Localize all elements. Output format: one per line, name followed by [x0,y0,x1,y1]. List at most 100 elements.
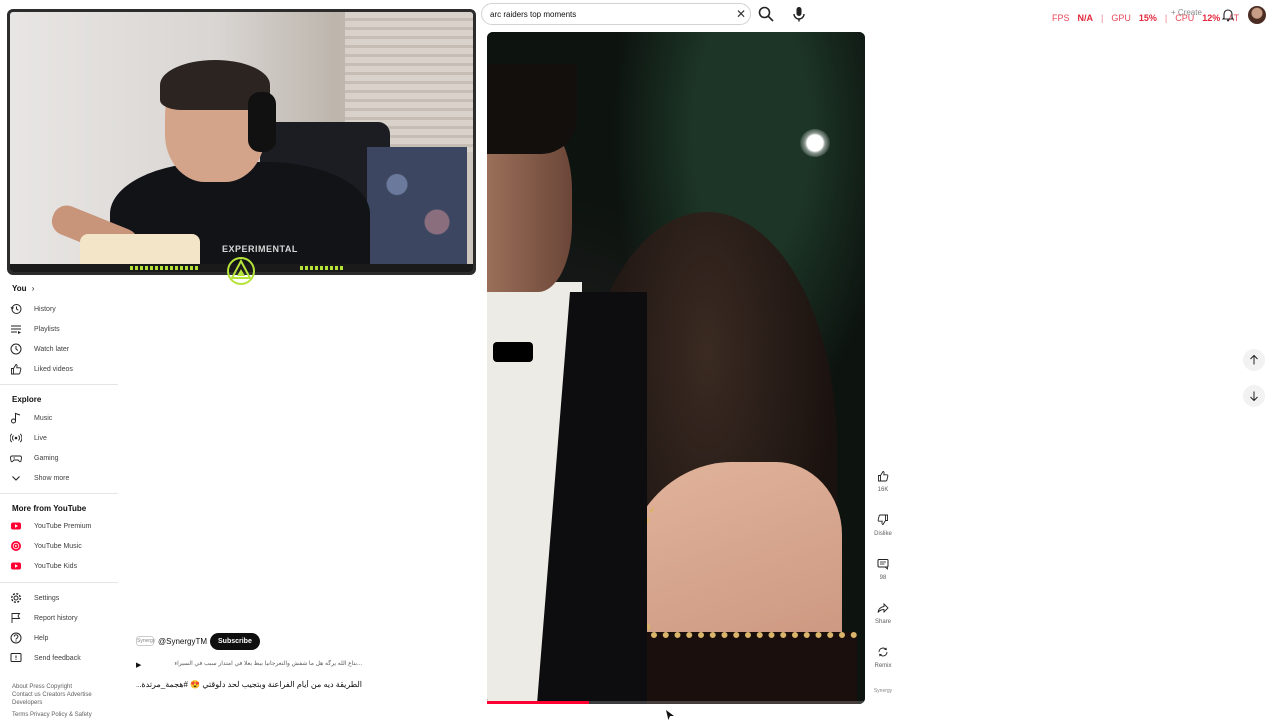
sidebar-you-title[interactable]: You › [12,284,34,293]
sidebar-item-send-feedback[interactable]: Send feedback [10,651,81,665]
search-box [481,3,751,25]
triforce-logo-icon [227,257,255,285]
sidebar-item-history[interactable]: History [10,302,56,316]
dislike-icon [877,514,888,525]
arrow-down-icon [1250,391,1258,402]
youtube-kids-icon [11,562,21,570]
sidebar-item-live[interactable]: Live [10,431,47,445]
headset [248,92,276,152]
search-icon[interactable] [757,5,775,23]
liked-icon [11,364,22,375]
shirt-text: EXPERIMENTAL [222,244,298,254]
channel-avatar[interactable]: Synergy [136,636,155,646]
sidebar-item-label: YouTube Kids [34,562,78,570]
footer-links-row[interactable]: About Press Copyright [12,683,112,691]
gpu-value: 15% [1138,13,1157,23]
fps-value: N/A [1077,13,1094,23]
play-icon[interactable]: ▶ [136,661,141,669]
help-icon [10,632,22,644]
sidebar-item-liked-videos[interactable]: Liked videos [10,362,73,376]
remix-icon [878,647,888,657]
channel-name[interactable]: @SynergyTM [158,637,207,646]
remix-button[interactable]: Remix [868,641,898,669]
clear-search-button[interactable]: ✕ [733,6,749,22]
webcam-overlay: EXPERIMENTAL [7,9,476,275]
gear-icon [10,592,22,604]
sidebar-item-label: Music [34,414,53,422]
sidebar-item-music[interactable]: Music [10,411,52,425]
chevron-right-icon: › [31,284,35,293]
video-progress-bar[interactable] [487,701,865,704]
sidebar-item-youtube-premium[interactable]: YouTube Premium [10,519,91,533]
playlists-icon [11,325,21,334]
sidebar-item-gaming[interactable]: Gaming [10,451,59,465]
like-icon [878,471,889,482]
like-count: 16K [877,487,889,493]
sidebar-item-label: Help [34,634,49,642]
video-progress-fill [487,701,590,704]
sidebar-footer: About Press Copyright Contact us Creator… [12,683,112,719]
footer-links-row[interactable]: Terms Privacy Policy & Safety [12,711,112,719]
share-label: Share [874,619,891,625]
mouse-cursor [666,710,674,720]
sidebar-item-watch-later[interactable]: Watch later [10,342,69,356]
sidebar-item-help[interactable]: Help [10,631,48,645]
create-button[interactable]: + Create [1171,8,1202,17]
remix-label: Remix [874,663,892,669]
shorts-video-player[interactable] [487,32,865,704]
sidebar-item-settings[interactable]: Settings [10,591,59,605]
bed [367,147,467,272]
sidebar-item-youtube-kids[interactable]: YouTube Kids [10,559,77,573]
sidebar-item-report-history[interactable]: Report history [10,611,78,625]
sidebar-item-label: Report history [34,614,78,622]
subscribe-button[interactable]: Subscribe [210,633,260,650]
stats-separator: | [1101,13,1104,23]
microphone-icon[interactable] [790,5,808,23]
sidebar-item-label: YouTube Music [34,542,82,550]
sidebar-divider [0,384,118,385]
sidebar-divider [0,493,118,494]
notifications-icon[interactable] [1221,8,1235,22]
sidebar-item-label: Settings [34,594,60,602]
sound-channel-thumb[interactable]: Synergy [868,688,898,694]
watch-later-icon [10,343,22,355]
like-button[interactable]: 16K [868,465,898,493]
footer-links-row[interactable]: Contact us Creators Advertise [12,691,112,699]
sidebar-item-label: Show more [34,474,70,482]
sidebar-explore-title: Explore [12,395,42,404]
sidebar-item-label: Gaming [34,454,59,462]
video-title[interactable]: الطريقة ديه من أيام الفراعنة وبتجيب لحد … [136,680,362,689]
webcam-glow-right [300,266,345,270]
dislike-label: Dislike [874,531,892,537]
next-short-button[interactable] [1243,385,1265,407]
sidebar-item-label: Liked videos [34,365,73,373]
sidebar-item-label: History [34,305,56,313]
sidebar-show-more[interactable]: Show more [10,471,69,485]
music-icon [11,412,21,424]
sidebar-more-title: More from YouTube [12,504,87,513]
sidebar-item-label: Watch later [34,345,70,353]
arrow-up-icon [1250,354,1258,365]
create-label: Create [1177,8,1202,17]
dislike-button[interactable]: Dislike [868,509,898,537]
performance-overlay: FPS N/A | GPU 15% | CPU 12% AT [1052,11,1239,25]
live-icon [10,433,22,443]
share-icon [877,602,889,614]
footer-links-row[interactable]: Developers [12,699,112,707]
comments-button[interactable]: 98 [868,553,898,581]
fps-label: FPS [1052,13,1070,23]
share-button[interactable]: Share [868,597,898,625]
comment-icon [877,559,889,570]
gaming-icon [10,455,22,463]
sidebar-item-label: YouTube Premium [34,522,92,530]
video-bowtie [493,342,533,362]
account-avatar[interactable] [1248,6,1266,24]
plus-icon: + [1171,8,1176,17]
search-input[interactable] [490,7,720,22]
sidebar-item-playlists[interactable]: Playlists [10,322,60,336]
history-icon [10,304,22,314]
sidebar-item-youtube-music[interactable]: YouTube Music [10,539,82,553]
you-label: You [12,284,27,293]
previous-short-button[interactable] [1243,349,1265,371]
webcam-glow-left [130,266,200,270]
